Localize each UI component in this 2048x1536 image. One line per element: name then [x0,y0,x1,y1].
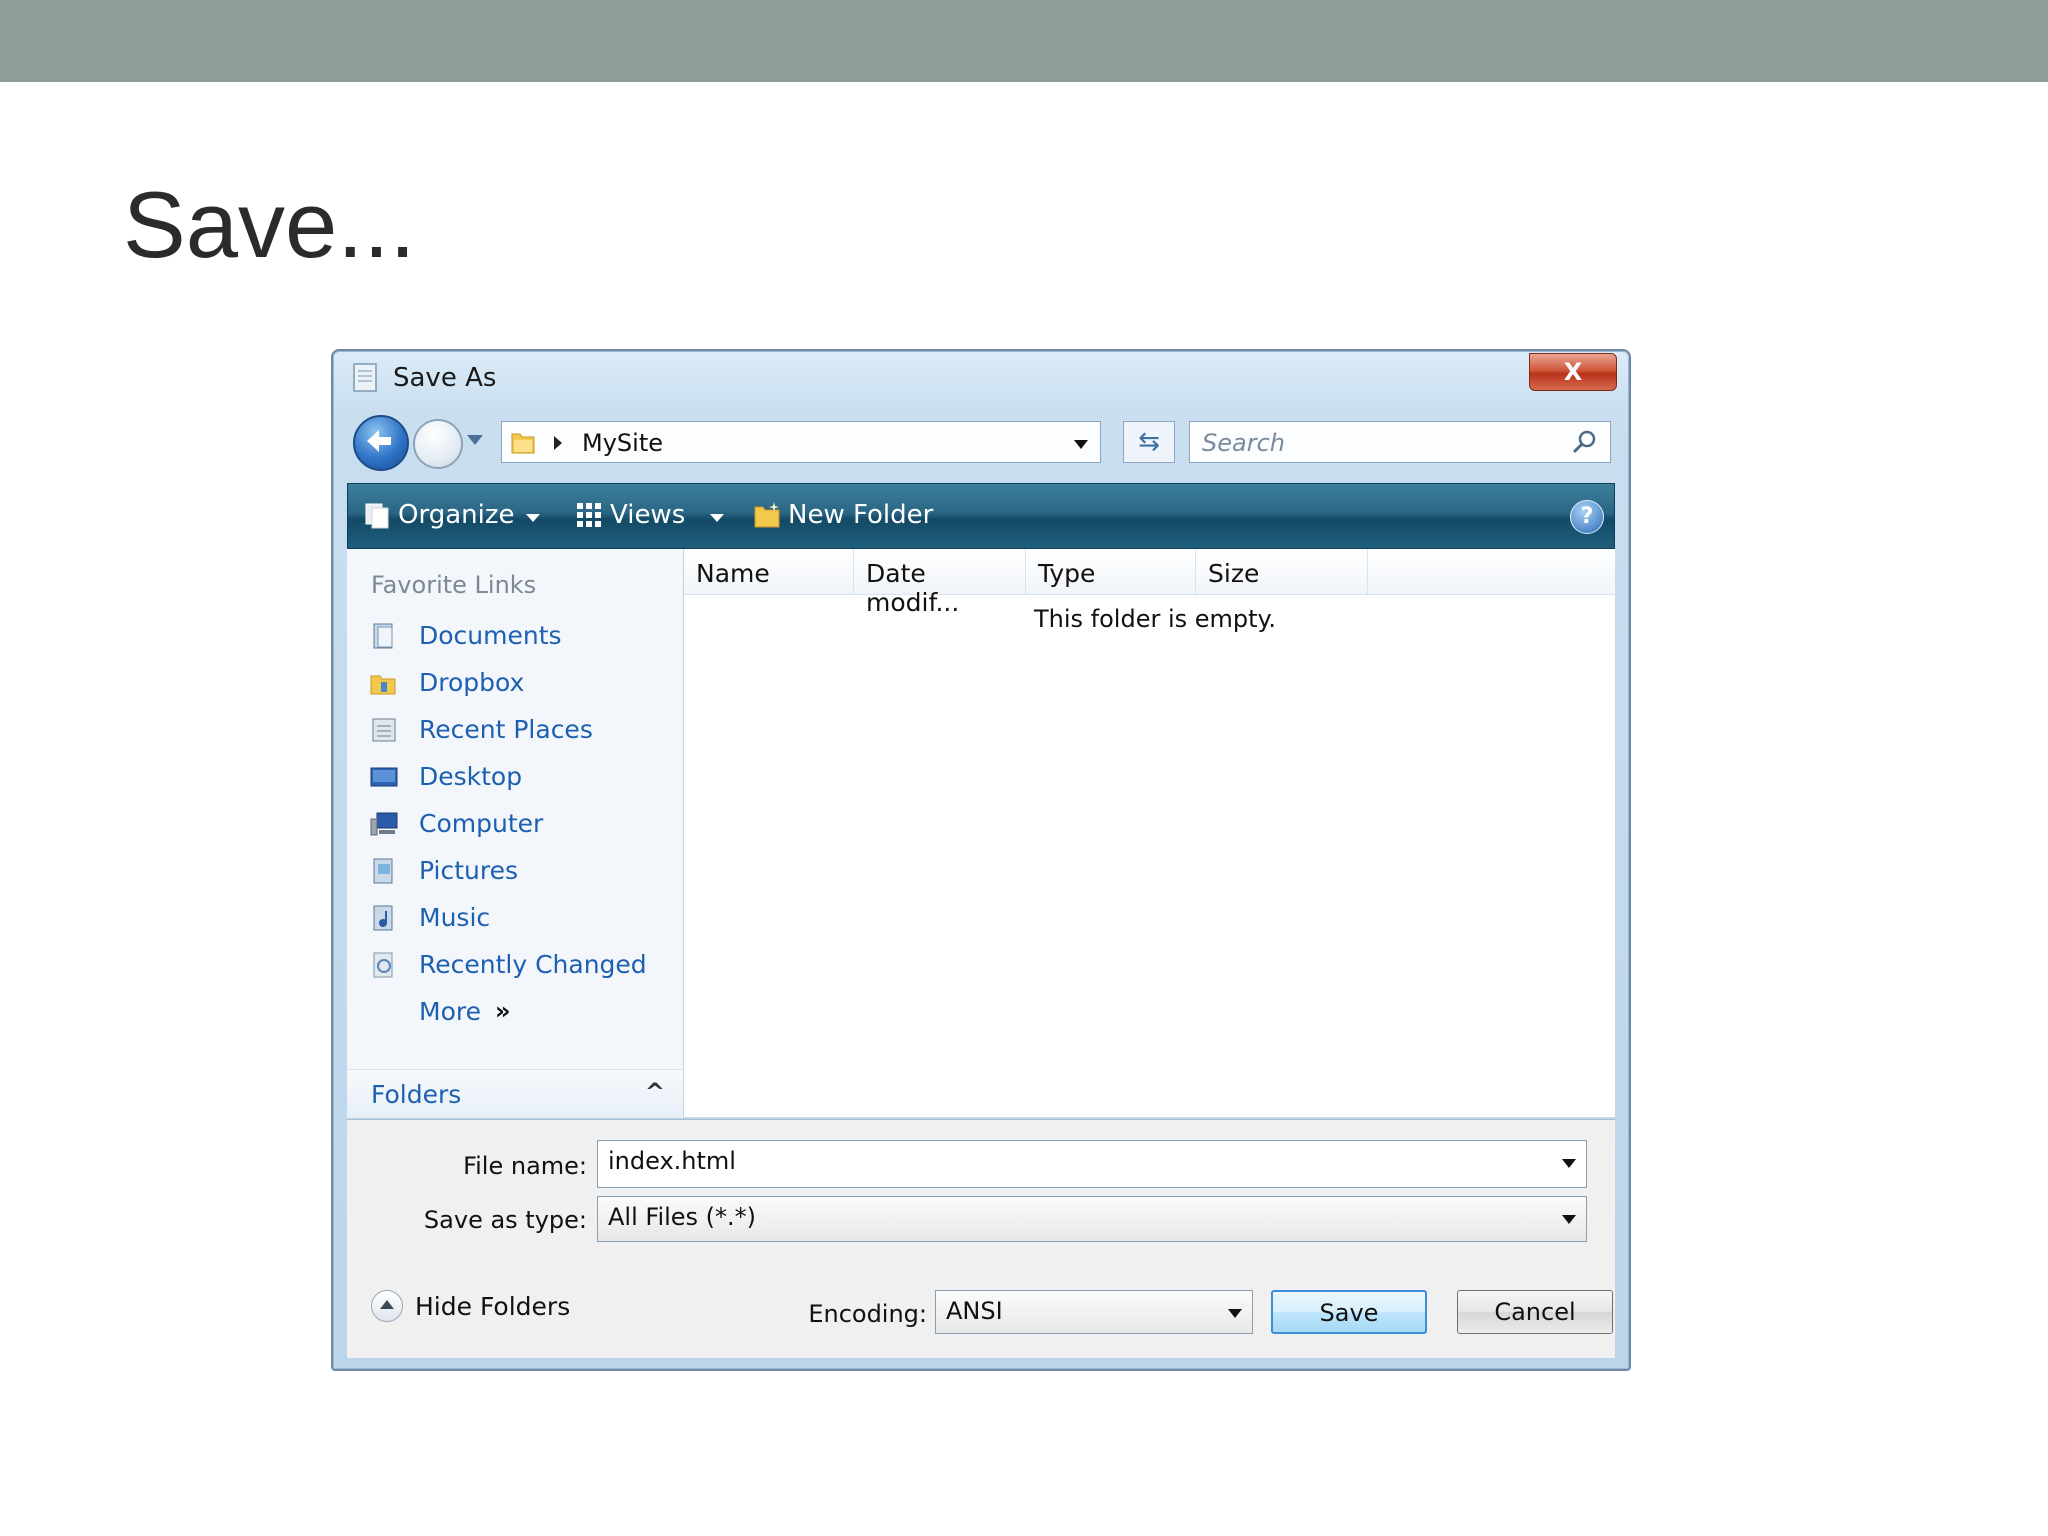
search-placeholder: Search [1202,429,1285,457]
sidebar-item-pictures[interactable]: Pictures [369,854,669,890]
file-name-value: index.html [608,1147,736,1175]
search-input[interactable]: Search [1189,421,1611,463]
encoding-label: Encoding: [808,1300,927,1328]
address-bar[interactable]: MySite [501,421,1101,463]
sidebar-item-label: More [419,997,481,1026]
sidebar-item-recent-places[interactable]: Recent Places [369,713,669,749]
file-name-label: File name: [463,1152,587,1180]
sidebar-item-label: Recently Changed [419,950,647,979]
sidebar-item-computer[interactable]: Computer [369,807,669,843]
favorite-links-header: Favorite Links [371,571,537,599]
command-toolbar: Organize Views New Folder ? [347,483,1615,549]
encoding-value: ANSI [946,1297,1003,1325]
save-as-type-value: All Files (*.*) [608,1203,757,1231]
sidebar-item-more[interactable]: More » [369,995,669,1031]
recently-changed-icon [373,952,393,978]
close-button[interactable]: X [1529,353,1617,391]
refresh-icon: ⇆ [1138,427,1160,457]
chevron-down-icon[interactable] [1228,1309,1242,1318]
search-icon[interactable] [1570,428,1598,456]
organize-button[interactable]: Organize [398,500,514,530]
computer-icon [370,812,398,836]
encoding-select[interactable]: ANSI [935,1290,1253,1334]
organize-dropdown-icon[interactable] [526,514,540,522]
new-folder-icon [754,502,780,528]
file-name-field[interactable]: index.html [597,1140,1587,1188]
column-header-filler [1368,549,1615,595]
sidebar-item-label: Pictures [419,856,518,885]
sidebar-item-recently-changed[interactable]: Recently Changed [369,948,669,984]
sidebar-item-label: Documents [419,621,562,650]
folders-label: Folders [371,1080,462,1109]
sidebar-item-desktop[interactable]: Desktop [369,760,669,796]
column-header-date-modified[interactable]: Date modif... [854,549,1026,617]
views-dropdown-icon[interactable] [710,514,724,522]
chevron-up-icon [371,1290,403,1322]
views-button[interactable]: Views [610,500,685,530]
arrow-left-icon [367,430,391,452]
organize-icon [365,503,389,529]
chevron-down-icon[interactable] [1562,1159,1576,1168]
cancel-button[interactable]: Cancel [1457,1290,1613,1334]
breadcrumb-arrow-icon[interactable] [554,436,562,450]
desktop-icon [370,767,398,787]
recent-places-icon [372,718,396,742]
sidebar-item-label: Recent Places [419,715,593,744]
pictures-icon [373,858,393,884]
sidebar-item-label: Music [419,903,491,932]
save-options-panel: File name: index.html Save as type: All … [347,1119,1615,1358]
history-dropdown-icon[interactable] [467,435,483,445]
views-grid-icon [577,503,601,527]
chevron-down-icon[interactable] [1562,1215,1576,1224]
sidebar-item-label: Dropbox [419,668,525,697]
sidebar-item-label: Desktop [419,762,523,791]
sidebar-item-music[interactable]: Music [369,901,669,937]
empty-folder-message: This folder is empty. [1034,605,1276,633]
forward-button[interactable] [413,419,463,469]
chevron-double-right-icon: » [495,997,511,1025]
folders-toggle[interactable]: Folders ^ [347,1069,683,1118]
sidebar-item-documents[interactable]: Documents [369,619,669,655]
address-dropdown-icon[interactable] [1074,440,1088,449]
save-button[interactable]: Save [1271,1290,1427,1334]
back-button[interactable] [353,415,409,471]
sidebar-item-label: Computer [419,809,544,838]
navigation-pane: Favorite Links Documents Dropbox Recent … [347,549,684,1118]
column-header-name[interactable]: Name [684,549,854,595]
address-path[interactable]: MySite [582,429,663,457]
documents-icon [373,623,393,649]
dropbox-icon [370,675,396,695]
save-as-dialog: Save As X MySite ⇆ Search Organize Views… [331,349,1631,1371]
column-header-size[interactable]: Size [1196,549,1368,595]
folder-icon [511,433,535,454]
dialog-title: Save As [393,363,497,393]
save-as-type-select[interactable]: All Files (*.*) [597,1196,1587,1242]
refresh-button[interactable]: ⇆ [1123,421,1175,463]
slide-top-bar [0,0,2048,82]
help-icon[interactable]: ? [1570,500,1604,534]
chevron-up-icon: ^ [644,1078,665,1106]
sidebar-item-dropbox[interactable]: Dropbox [369,666,669,702]
save-as-type-label: Save as type: [423,1206,587,1234]
hide-folders-label: Hide Folders [415,1292,571,1321]
music-icon [373,905,393,931]
new-folder-button[interactable]: New Folder [788,500,933,530]
notepad-icon [353,363,377,392]
file-list: Name Date modif... Type Size This folder… [684,549,1615,1117]
slide-title: Save... [123,172,416,277]
column-header-type[interactable]: Type [1026,549,1196,595]
